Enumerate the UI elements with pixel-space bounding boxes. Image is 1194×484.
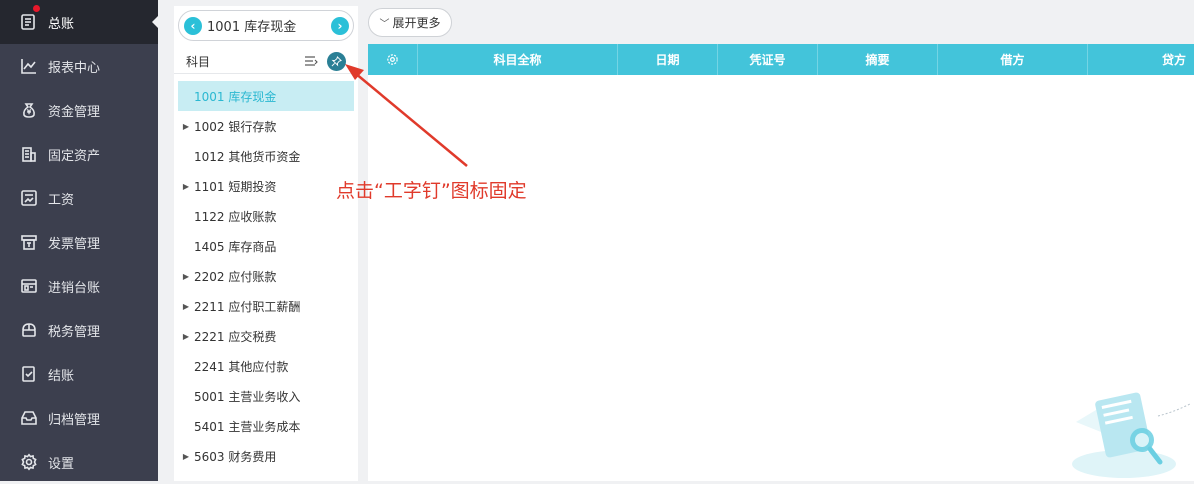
pin-button[interactable]: [327, 52, 346, 71]
tree-item[interactable]: 2241 其他应付款: [178, 351, 354, 381]
building-icon: [20, 145, 38, 163]
tree-item-label: 1101 短期投资: [194, 179, 277, 194]
column-header-date: 日期: [618, 44, 718, 75]
sidebar-item-label: 资金管理: [48, 104, 101, 120]
pushpin-icon: [331, 56, 342, 67]
sidebar-item-salary[interactable]: 工资: [0, 176, 158, 220]
gear-icon: [387, 54, 398, 65]
checkout-icon: [20, 365, 38, 383]
tree-item[interactable]: ▶ 1002 银行存款: [178, 111, 354, 141]
tree-item-label: 1405 库存商品: [194, 239, 277, 254]
tree-item-label: 1001 库存现金: [194, 89, 277, 104]
sidebar-item-purchase-sales-ledger[interactable]: 进销台账: [0, 264, 158, 308]
next-account-button[interactable]: ›: [331, 16, 349, 35]
tree-item[interactable]: 1001 库存现金: [178, 81, 354, 111]
subject-header-label: 科目: [186, 55, 211, 69]
sidebar-item-tax-management[interactable]: 税务管理: [0, 308, 158, 352]
sidebar-item-label: 税务管理: [48, 324, 101, 340]
archive-icon: [20, 409, 38, 427]
sidebar-item-label: 工资: [48, 192, 75, 208]
tree-item[interactable]: ▶ 2221 应交税费: [178, 321, 354, 351]
tree-item-label: 1122 应收账款: [194, 209, 277, 224]
tree-item[interactable]: 1012 其他货币资金: [178, 141, 354, 171]
tree-item[interactable]: ▶ 2211 应付职工薪酬: [178, 291, 354, 321]
sidebar-item-archive-management[interactable]: 归档管理: [0, 396, 158, 440]
sidebar-item-label: 归档管理: [48, 412, 101, 428]
column-header-voucher-no: 凭证号: [718, 44, 818, 75]
list-toggle-icon[interactable]: [304, 55, 318, 67]
annotation-text: 点击“工字钉”图标固定: [336, 180, 527, 202]
sidebar-item-invoice-management[interactable]: 发票管理: [0, 220, 158, 264]
sidebar-item-label: 总账: [48, 16, 75, 32]
money-bag-icon: ¥: [20, 101, 38, 119]
sidebar: 总账 报表中心 ¥ 资金管理 固定资产 工资 发票管理 进销台账 税务管理 结账…: [0, 0, 158, 481]
tree-item-label: 1012 其他货币资金: [194, 149, 301, 164]
svg-text:¥: ¥: [27, 109, 31, 116]
subject-panel: ‹ 1001 库存现金 › 科目 1001 库存现金 ▶ 1002 银行存款 1012…: [174, 6, 358, 481]
column-settings-header[interactable]: [368, 44, 418, 75]
inventory-icon: [20, 277, 38, 295]
tree-item[interactable]: 5401 主营业务成本: [178, 411, 354, 441]
column-header-summary: 摘要: [818, 44, 938, 75]
tree-item[interactable]: 1405 库存商品: [178, 231, 354, 261]
caret-right-icon[interactable]: ▶: [178, 332, 194, 341]
sidebar-item-label: 进销台账: [48, 280, 101, 296]
column-header-debit: 借方: [938, 44, 1088, 75]
chart-icon: [20, 57, 38, 75]
notification-badge: [33, 5, 40, 12]
tree-item[interactable]: ▶ 5603 财务费用: [178, 441, 354, 471]
subject-panel-header: 科目: [174, 48, 358, 74]
tree-item-label: 5001 主营业务收入: [194, 389, 301, 404]
ledger-icon: [20, 13, 38, 31]
tree-item[interactable]: ▶ 1101 短期投资: [178, 171, 354, 201]
selected-account: 1001 库存现金: [207, 20, 297, 35]
tree-item[interactable]: 1122 应收账款: [178, 201, 354, 231]
tree-item-label: 5603 财务费用: [194, 449, 277, 464]
sidebar-item-label: 发票管理: [48, 236, 101, 252]
tax-icon: [20, 321, 38, 339]
caret-right-icon[interactable]: ▶: [178, 122, 194, 131]
account-selector[interactable]: ‹ 1001 库存现金 ›: [178, 10, 354, 41]
subject-tree: 1001 库存现金 ▶ 1002 银行存款 1012 其他货币资金 ▶ 1101 短期投资…: [178, 81, 354, 471]
tree-item-label: 2241 其他应付款: [194, 359, 289, 374]
sidebar-item-fund-management[interactable]: ¥ 资金管理: [0, 88, 158, 132]
document-search-illustration: [1072, 392, 1191, 478]
sidebar-item-label: 固定资产: [48, 148, 101, 164]
tree-item[interactable]: ▶ 2202 应付账款: [178, 261, 354, 291]
tree-item-label: 2221 应交税费: [194, 329, 277, 344]
caret-right-icon[interactable]: ▶: [178, 302, 194, 311]
caret-right-icon[interactable]: ▶: [178, 452, 194, 461]
column-header-account-name: 科目全称: [418, 44, 618, 75]
tree-item[interactable]: 5001 主营业务收入: [178, 381, 354, 411]
caret-right-icon[interactable]: ▶: [178, 272, 194, 281]
chevron-down-icon: ﹀: [379, 19, 390, 30]
invoice-icon: [20, 233, 38, 251]
previous-account-button[interactable]: ‹: [184, 16, 202, 35]
sidebar-item-settings[interactable]: 设置: [0, 440, 158, 484]
sidebar-item-label: 结账: [48, 368, 75, 384]
tree-item-label: 2202 应付账款: [194, 269, 277, 284]
expand-more-label: 展开更多: [392, 16, 441, 30]
table-header: 科目全称 日期 凭证号 摘要 借方 贷方: [368, 44, 1194, 75]
sidebar-item-fixed-assets[interactable]: 固定资产: [0, 132, 158, 176]
tree-item-label: 2211 应付职工薪酬: [194, 299, 301, 314]
column-header-credit: 贷方: [1161, 53, 1186, 67]
expand-more-button[interactable]: ﹀ 展开更多: [368, 8, 452, 37]
gear-icon: [20, 453, 38, 471]
caret-right-icon[interactable]: ▶: [178, 182, 194, 191]
sidebar-item-label: 报表中心: [48, 60, 101, 76]
sidebar-item-label: 设置: [48, 456, 75, 472]
sidebar-item-report-center[interactable]: 报表中心: [0, 44, 158, 88]
salary-icon: [20, 189, 38, 207]
sidebar-item-checkout[interactable]: 结账: [0, 352, 158, 396]
tree-item-label: 1002 银行存款: [194, 119, 277, 134]
tree-item-label: 5401 主营业务成本: [194, 419, 301, 434]
sidebar-item-general-ledger[interactable]: 总账: [0, 0, 158, 44]
